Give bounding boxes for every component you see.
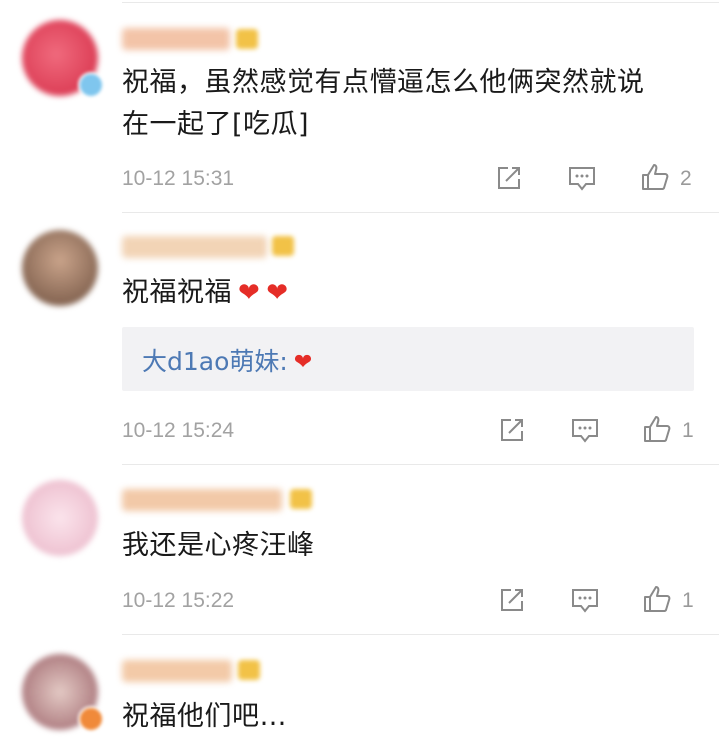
like-icon[interactable] [640, 162, 670, 192]
comment-text-line: 在一起了[吃瓜] [122, 109, 310, 140]
reply-username[interactable]: 大d1ao萌妹: [142, 347, 288, 376]
share-icon[interactable] [495, 164, 523, 192]
share-icon[interactable] [498, 416, 526, 444]
username[interactable] [122, 28, 230, 50]
member-badge-icon [236, 29, 258, 49]
avatar[interactable] [22, 230, 98, 306]
comment-text-content: 祝福他们吧… [122, 701, 287, 732]
comment-text: 祝福，虽然感觉有点懵逼怎么他俩突然就说 在一起了[吃瓜] [122, 62, 692, 146]
verified-badge-icon [78, 72, 104, 98]
like-icon[interactable] [642, 584, 672, 614]
avatar[interactable] [22, 480, 98, 556]
heart-emoji-icon: ❤ [266, 278, 289, 308]
timestamp: 10-12 15:31 [122, 167, 235, 190]
like-count: 2 [680, 167, 692, 190]
comment-text-line: 祝福，虽然感觉有点懵逼怎么他俩突然就说 [122, 67, 645, 98]
heart-emoji-icon: ❤ [238, 278, 261, 308]
like-count: 1 [682, 589, 694, 612]
comment-icon[interactable] [567, 165, 597, 193]
comment-text: 祝福祝福 ❤ ❤ [122, 272, 692, 314]
comment-icon[interactable] [570, 417, 600, 445]
like-icon[interactable] [642, 414, 672, 444]
divider [122, 2, 719, 3]
heart-emoji-icon: ❤ [293, 350, 313, 375]
comment-text: 祝福他们吧… [122, 696, 692, 738]
comment-text-content: 祝福祝福 [122, 277, 232, 308]
username[interactable] [122, 660, 232, 682]
username[interactable] [122, 489, 282, 511]
like-count: 1 [682, 419, 694, 442]
reply-text: 大d1ao萌妹: ❤ [142, 342, 312, 378]
comment-text-content: 我还是心疼汪峰 [122, 530, 315, 561]
divider [122, 464, 719, 465]
member-badge-icon [238, 660, 260, 680]
divider [122, 212, 719, 213]
vip-badge-icon [78, 706, 104, 732]
timestamp: 10-12 15:24 [122, 419, 235, 442]
comment-text: 我还是心疼汪峰 [122, 525, 692, 567]
member-badge-icon [272, 236, 294, 256]
username[interactable] [122, 236, 267, 258]
comment-icon[interactable] [570, 587, 600, 615]
timestamp: 10-12 15:22 [122, 589, 235, 612]
reply-box[interactable]: 大d1ao萌妹: ❤ [122, 327, 694, 391]
divider [122, 634, 719, 635]
share-icon[interactable] [498, 586, 526, 614]
member-badge-icon [290, 489, 312, 509]
